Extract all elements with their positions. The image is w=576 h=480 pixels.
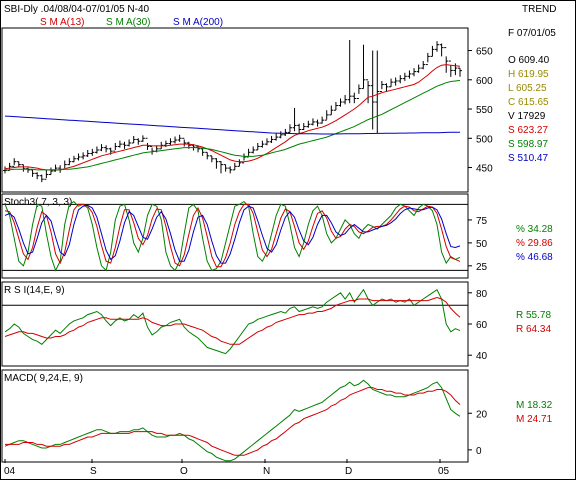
info-low: L 605.25 [508, 83, 547, 94]
x-label-dec: D [345, 466, 352, 477]
technical-chart: SBI-Dly .04/08/04-07/01/05 N-40 TREND S … [0, 0, 576, 480]
rsi-signal-value: R 64.34 [516, 324, 551, 335]
info-sma13: S 623.27 [508, 125, 548, 136]
y-tick-label: 650 [476, 47, 493, 58]
legend-sma13: S M A(13) [40, 17, 84, 28]
legend-sma30: S M A(30) [106, 17, 150, 28]
x-label-oct: O [180, 466, 188, 477]
chart-frame [0, 0, 576, 480]
x-label-aug: 04 [4, 466, 16, 477]
y-tick-label: 550 [476, 105, 493, 116]
legend-sma200: S M A(200) [173, 17, 223, 28]
macd-label: MACD( 9,24,E, 9) [4, 373, 83, 384]
rsi-label: R S I(14,E, 9) [4, 285, 65, 296]
y-tick-label: 50 [476, 239, 488, 250]
y-tick-label: 450 [476, 164, 493, 175]
macd-signal-value: M 24.71 [516, 414, 553, 425]
macd-value: M 18.32 [516, 400, 553, 411]
info-sma200: S 510.47 [508, 153, 548, 164]
stoch-label: Stoch3( 7, 3, 3) [4, 197, 72, 208]
stoch-value-k: % 34.28 [516, 224, 553, 235]
y-tick-label: 0 [476, 446, 482, 457]
info-open: O 609.40 [508, 55, 550, 66]
info-date: F 07/01/05 [508, 28, 556, 39]
rsi-value: R 55.78 [516, 310, 551, 321]
x-label-nov: N [263, 466, 270, 477]
info-volume: V 17929 [508, 111, 546, 122]
x-label-sep: S [90, 466, 97, 477]
y-tick-label: 80 [476, 289, 488, 300]
y-tick-label: 40 [476, 351, 488, 362]
y-tick-label: 20 [476, 409, 488, 420]
y-tick-label: 60 [476, 320, 488, 331]
info-high: H 619.95 [508, 69, 549, 80]
chart-title: SBI-Dly .04/08/04-07/01/05 N-40 [4, 4, 150, 15]
stoch-value-ds: % 46.68 [516, 252, 553, 263]
y-tick-label: 600 [476, 76, 493, 87]
y-tick-label: 75 [476, 216, 488, 227]
info-close: C 615.65 [508, 97, 549, 108]
y-tick-label: 25 [476, 262, 488, 273]
x-label-jan: 05 [438, 466, 450, 477]
info-sma30: S 598.97 [508, 139, 548, 150]
trend-label: TREND [522, 4, 556, 15]
stoch-value-d: % 29.86 [516, 238, 553, 249]
y-tick-label: 500 [476, 134, 493, 145]
